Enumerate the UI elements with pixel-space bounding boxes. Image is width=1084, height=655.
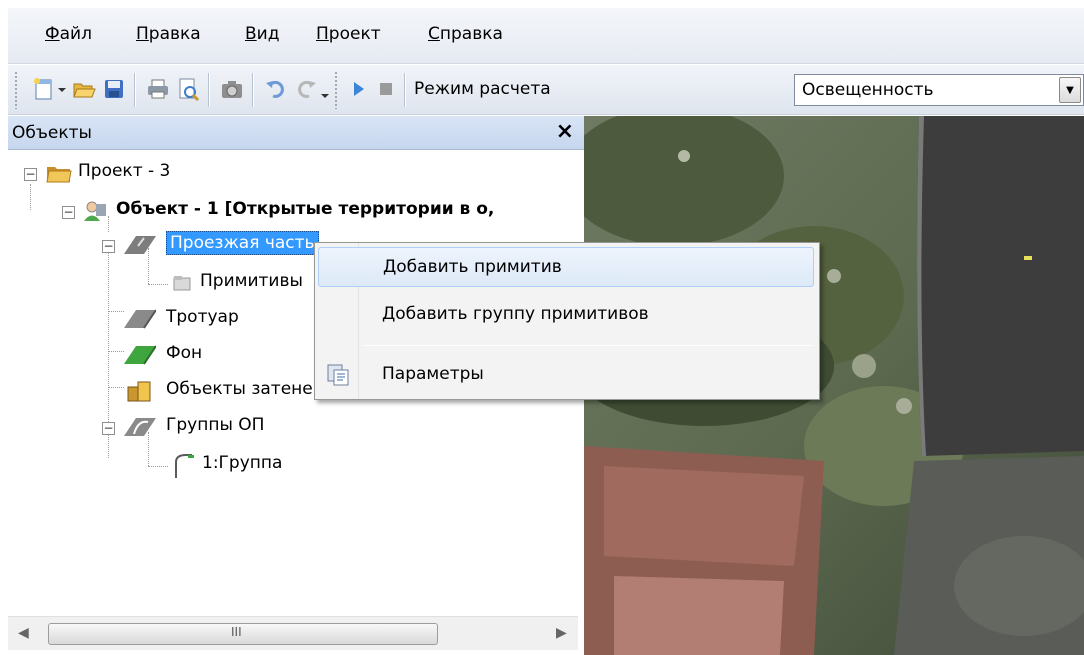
tree-label-background: Фон [166,343,203,363]
toolbar-separator [404,73,405,107]
collapse-icon[interactable]: − [102,240,115,253]
menu-help[interactable]: Справка [428,24,503,44]
save-icon[interactable] [102,77,126,101]
scrollbar-grip: III [231,625,242,639]
tree-label-sidewalk: Тротуар [166,307,239,327]
new-document-icon[interactable] [32,77,56,101]
toolbar-grip[interactable] [14,71,18,109]
horizontal-scrollbar[interactable]: ◀ III ▶ [8,616,578,650]
sidewalk-surface-icon [124,308,157,330]
add-primitive-group-label: Добавить группу примитивов [382,304,649,324]
open-folder-icon[interactable] [72,77,96,101]
parameters-icon [326,363,350,387]
scrollbar-thumb[interactable]: III [48,623,438,645]
tree-item-project[interactable]: − Проект - 3 [8,156,584,190]
luminaire-groups-icon [124,416,156,438]
collapse-icon[interactable]: − [62,206,75,219]
tree-label-object: Объект - 1 [Открытые территории в о, [116,199,495,219]
calculation-mode-select[interactable]: Освещенность ▼ [794,74,1084,106]
tree-label-groups: Группы ОП [166,415,265,435]
context-menu-separator [363,345,813,346]
redo-icon[interactable] [294,77,318,101]
panel-title: Объекты [12,123,92,143]
print-icon[interactable] [146,77,170,101]
context-menu: Добавить примитив Добавить группу примит… [314,242,820,400]
add-primitive-menu-item[interactable]: Добавить примитив [318,247,814,287]
print-preview-icon[interactable] [176,77,200,102]
menu-project[interactable]: Проект [316,24,381,44]
mode-label: Режим расчета [414,79,551,99]
parameters-label: Параметры [382,364,484,384]
application-window: Файл Правка Вид Проект Справка Режим рас… [0,0,1084,655]
undo-icon[interactable] [264,77,288,101]
street-lamp-icon [172,452,196,478]
chevron-down-icon[interactable]: ▼ [1059,77,1081,103]
close-icon[interactable]: × [556,119,574,144]
project-folder-icon [46,162,72,184]
menu-view[interactable]: Вид [245,24,279,44]
tree-label-project: Проект - 3 [78,161,171,181]
menu-edit[interactable]: Правка [136,24,201,44]
scroll-left-icon[interactable]: ◀ [18,625,29,641]
tree-item-object[interactable]: − Объект - 1 [Открытые территории в о, [8,194,584,228]
add-primitive-group-menu-item[interactable]: Добавить группу примитивов [318,295,814,335]
parameters-menu-item[interactable]: Параметры [318,355,814,395]
collapse-icon[interactable]: − [102,422,115,435]
stop-icon[interactable] [374,77,398,101]
toolbar: Режим расчета Освещенность ▼ [8,65,1084,115]
menu-file[interactable]: Файл [45,24,92,44]
collapse-icon[interactable]: − [24,168,37,181]
tree-item-group-1[interactable]: 1:Группа [8,448,584,482]
toolbar-separator [134,73,135,107]
toolbar-grip[interactable] [334,71,338,109]
play-icon[interactable] [346,77,370,101]
menu-bar: Файл Правка Вид Проект Справка [8,8,1084,64]
panel-header: Объекты × [8,116,584,150]
shading-objects-icon [126,379,152,402]
scroll-right-icon[interactable]: ▶ [556,625,567,641]
roadway-surface-icon [124,234,156,256]
tree-item-groups[interactable]: − Группы ОП [8,410,584,444]
toolbar-separator [252,73,253,107]
tree-label-roadway: Проезжая часть [166,231,319,255]
primitive-folder-icon [172,274,192,296]
background-surface-icon [124,344,157,366]
object-person-icon [82,200,108,222]
add-primitive-label: Добавить примитив [383,257,562,277]
dropdown-icon[interactable] [56,77,68,101]
toolbar-separator [208,73,209,107]
tree-label-group-1: 1:Группа [202,453,283,473]
calculation-mode-value: Освещенность [802,80,934,100]
camera-icon[interactable] [220,77,244,101]
tree-label-primitives: Примитивы [200,271,303,291]
toolbar-overflow-icon[interactable] [320,77,330,101]
